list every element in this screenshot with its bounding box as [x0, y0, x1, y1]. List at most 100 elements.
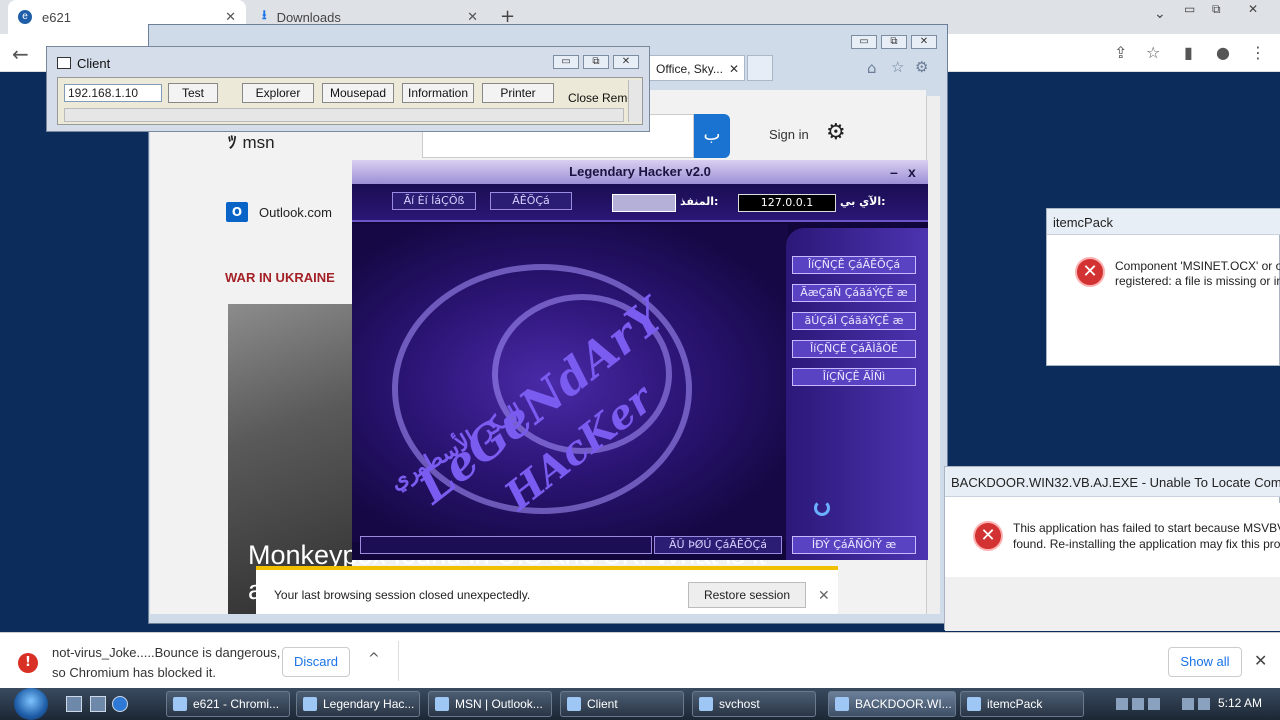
- volume-muted-icon[interactable]: [1198, 698, 1210, 710]
- chevron-up-icon[interactable]: ^: [368, 651, 380, 667]
- ie-vertical-scrollbar[interactable]: [926, 96, 940, 614]
- client-vertical-scrollbar[interactable]: [628, 80, 642, 122]
- ie-quicklaunch-icon[interactable]: [112, 696, 128, 712]
- itemcpack-message-line-2: registered: a file is missing or in: [1115, 274, 1280, 288]
- profile-avatar-icon[interactable]: ●: [1216, 43, 1230, 62]
- chromium-icon: [173, 697, 187, 711]
- backdoor-message-line-2: found. Re-installing the application may…: [1013, 537, 1280, 551]
- lh-side-button-2[interactable]: ÃæÇãÑ ÇáãáÝÇÊ æ: [792, 284, 916, 302]
- test-button[interactable]: Test: [168, 83, 218, 103]
- window-close-button[interactable]: ✕: [1248, 2, 1258, 16]
- download-shelf-divider: [398, 641, 399, 681]
- mousepad-button[interactable]: Mousepad: [322, 83, 394, 103]
- itemcpack-title: itemcPack: [1053, 215, 1113, 230]
- window-maximize-button[interactable]: ⧉: [1212, 2, 1221, 17]
- ie-new-tab[interactable]: [747, 55, 773, 81]
- outlook-icon[interactable]: O: [226, 202, 248, 222]
- client-horizontal-scrollbar[interactable]: [64, 108, 624, 122]
- side-panel-icon[interactable]: ▮: [1184, 43, 1193, 62]
- ie-favicon-icon: e: [18, 10, 32, 24]
- taskbar-item-itemcpack[interactable]: itemcPack: [960, 691, 1084, 717]
- switch-windows-icon[interactable]: [90, 696, 106, 712]
- session-bar-close-icon[interactable]: ✕: [818, 588, 830, 604]
- backdoor-footer: [945, 577, 1280, 631]
- sign-in-link[interactable]: Sign in: [769, 127, 809, 142]
- share-icon[interactable]: ⇪: [1114, 43, 1127, 62]
- lh-connection-bar: Ãí Èí ÍáÇÖß ÃÊÕÇá المنفذ: 127.0.0.1 الآي…: [352, 184, 928, 222]
- lh-status-field[interactable]: [360, 536, 652, 554]
- taskbar-item-client[interactable]: Client: [560, 691, 684, 717]
- show-desktop-icon[interactable]: [66, 696, 82, 712]
- outlook-link[interactable]: Outlook.com: [259, 205, 332, 220]
- lh-side-bottom-button[interactable]: ÍÐÝ ÇáÃÑÔíÝ æ: [792, 536, 916, 554]
- tab-label: Downloads: [276, 9, 341, 25]
- close-remote-button[interactable]: Close Remo: [568, 91, 634, 105]
- lh-side-button-4[interactable]: ÎíÇÑÇÊ ÇáÃÌåÒÉ: [792, 340, 916, 358]
- bookmark-star-icon[interactable]: ☆: [1146, 43, 1160, 62]
- discard-button[interactable]: Discard: [282, 647, 350, 677]
- download-shelf-close-icon[interactable]: ✕: [1254, 651, 1267, 670]
- menu-kebab-icon[interactable]: ⋮: [1250, 43, 1266, 62]
- lh-minimize-button[interactable]: –: [890, 164, 898, 180]
- tray-icon-2[interactable]: [1132, 698, 1144, 710]
- legendary-hacker-window: Legendary Hacker v2.0 – x Ãí Èí ÍáÇÖß ÃÊ…: [352, 160, 928, 560]
- itemcpack-icon: [967, 697, 981, 711]
- tab-close-icon[interactable]: ✕: [225, 9, 236, 25]
- msn-butterfly-icon: ﾂ: [228, 133, 237, 152]
- lh-port-input[interactable]: [612, 194, 676, 212]
- favorites-star-icon[interactable]: ☆: [891, 58, 904, 76]
- back-arrow-icon[interactable]: ←: [12, 42, 29, 66]
- lh-side-button-1[interactable]: ÎíÇÑÇÊ ÇáÃÊÕÇá: [792, 256, 916, 274]
- window-minimize-button[interactable]: ▭: [1184, 2, 1195, 16]
- lh-top-button-1[interactable]: Ãí Èí ÍáÇÖß: [392, 192, 476, 210]
- tab-label: e621: [42, 9, 71, 25]
- lh-side-button-3[interactable]: ãÚÇáÌ ÇáãáÝÇÊ æ: [792, 312, 916, 330]
- settings-gear-icon[interactable]: ⚙: [826, 120, 846, 145]
- lh-close-button[interactable]: x: [908, 164, 916, 180]
- backdoor-icon: [835, 697, 849, 711]
- ie-maximize-button[interactable]: ⧉: [881, 35, 907, 49]
- news-category-label[interactable]: WAR IN UKRAINE: [225, 270, 335, 285]
- lh-connect-button[interactable]: ÃÊÕÇá: [490, 192, 572, 210]
- taskbar-item-msn[interactable]: MSN | Outlook...: [428, 691, 552, 717]
- itemcpack-message-line-1: Component 'MSINET.OCX' or o: [1115, 259, 1280, 273]
- start-button[interactable]: [14, 688, 48, 720]
- tab-search-icon[interactable]: ⌄: [1154, 6, 1166, 22]
- taskbar-item-backdoor[interactable]: BACKDOOR.WI...: [828, 691, 956, 717]
- client-ip-input[interactable]: 192.168.1.10: [64, 84, 162, 102]
- printer-button[interactable]: Printer: [482, 83, 554, 103]
- lh-ip-input[interactable]: 127.0.0.1: [738, 194, 836, 212]
- network-icon[interactable]: [1182, 698, 1194, 710]
- taskbar-item-legendary-hacker[interactable]: Legendary Hac...: [296, 691, 420, 717]
- client-window: Client ▭ ⧉ ✕ 192.168.1.10 Test Explorer …: [46, 46, 650, 132]
- lh-side-button-5[interactable]: ÎíÇÑÇÊ ÃÎÑì: [792, 368, 916, 386]
- hacker-app-icon: [303, 697, 317, 711]
- tab-close-icon[interactable]: ✕: [467, 9, 478, 25]
- ie-close-button[interactable]: ✕: [911, 35, 937, 49]
- restore-session-button[interactable]: Restore session: [688, 582, 806, 608]
- client-minimize-button[interactable]: ▭: [553, 55, 579, 69]
- lh-disconnect-button[interactable]: ÃÛ ÞØÚ ÇáÃÊÕÇá: [654, 536, 782, 554]
- explorer-button[interactable]: Explorer: [242, 83, 314, 103]
- download-warning-line-2: so Chromium has blocked it.: [52, 665, 217, 680]
- client-close-button[interactable]: ✕: [613, 55, 639, 69]
- ie-tab-label[interactable]: Office, Sky...: [656, 62, 723, 76]
- msn-search-button[interactable]: ب: [694, 114, 730, 158]
- information-button[interactable]: Information: [402, 83, 474, 103]
- tray-icon-3[interactable]: [1148, 698, 1160, 710]
- tray-icon-1[interactable]: [1116, 698, 1128, 710]
- taskbar-item-label: BACKDOOR.WI...: [855, 697, 952, 711]
- lh-logo-art: LeGeNdArY HAcKer الهكر الأسطوري: [352, 224, 788, 542]
- home-icon[interactable]: ⌂: [867, 59, 877, 77]
- backdoor-title: BACKDOOR.WIN32.VB.AJ.EXE - Unable To Loc…: [951, 475, 1280, 490]
- client-maximize-button[interactable]: ⧉: [583, 55, 609, 69]
- taskbar-clock[interactable]: 5:12 AM: [1218, 696, 1262, 710]
- client-icon: [567, 697, 581, 711]
- itemcpack-dialog: itemcPack ✕ Component 'MSINET.OCX' or o …: [1046, 208, 1280, 366]
- show-all-button[interactable]: Show all: [1168, 647, 1242, 677]
- ie-minimize-button[interactable]: ▭: [851, 35, 877, 49]
- tools-gear-icon[interactable]: ⚙: [915, 58, 928, 76]
- taskbar-item-svchost[interactable]: svchost: [692, 691, 816, 717]
- taskbar-item-chromium[interactable]: e621 - Chromi...: [166, 691, 290, 717]
- ie-tab-close-icon[interactable]: ✕: [729, 62, 739, 76]
